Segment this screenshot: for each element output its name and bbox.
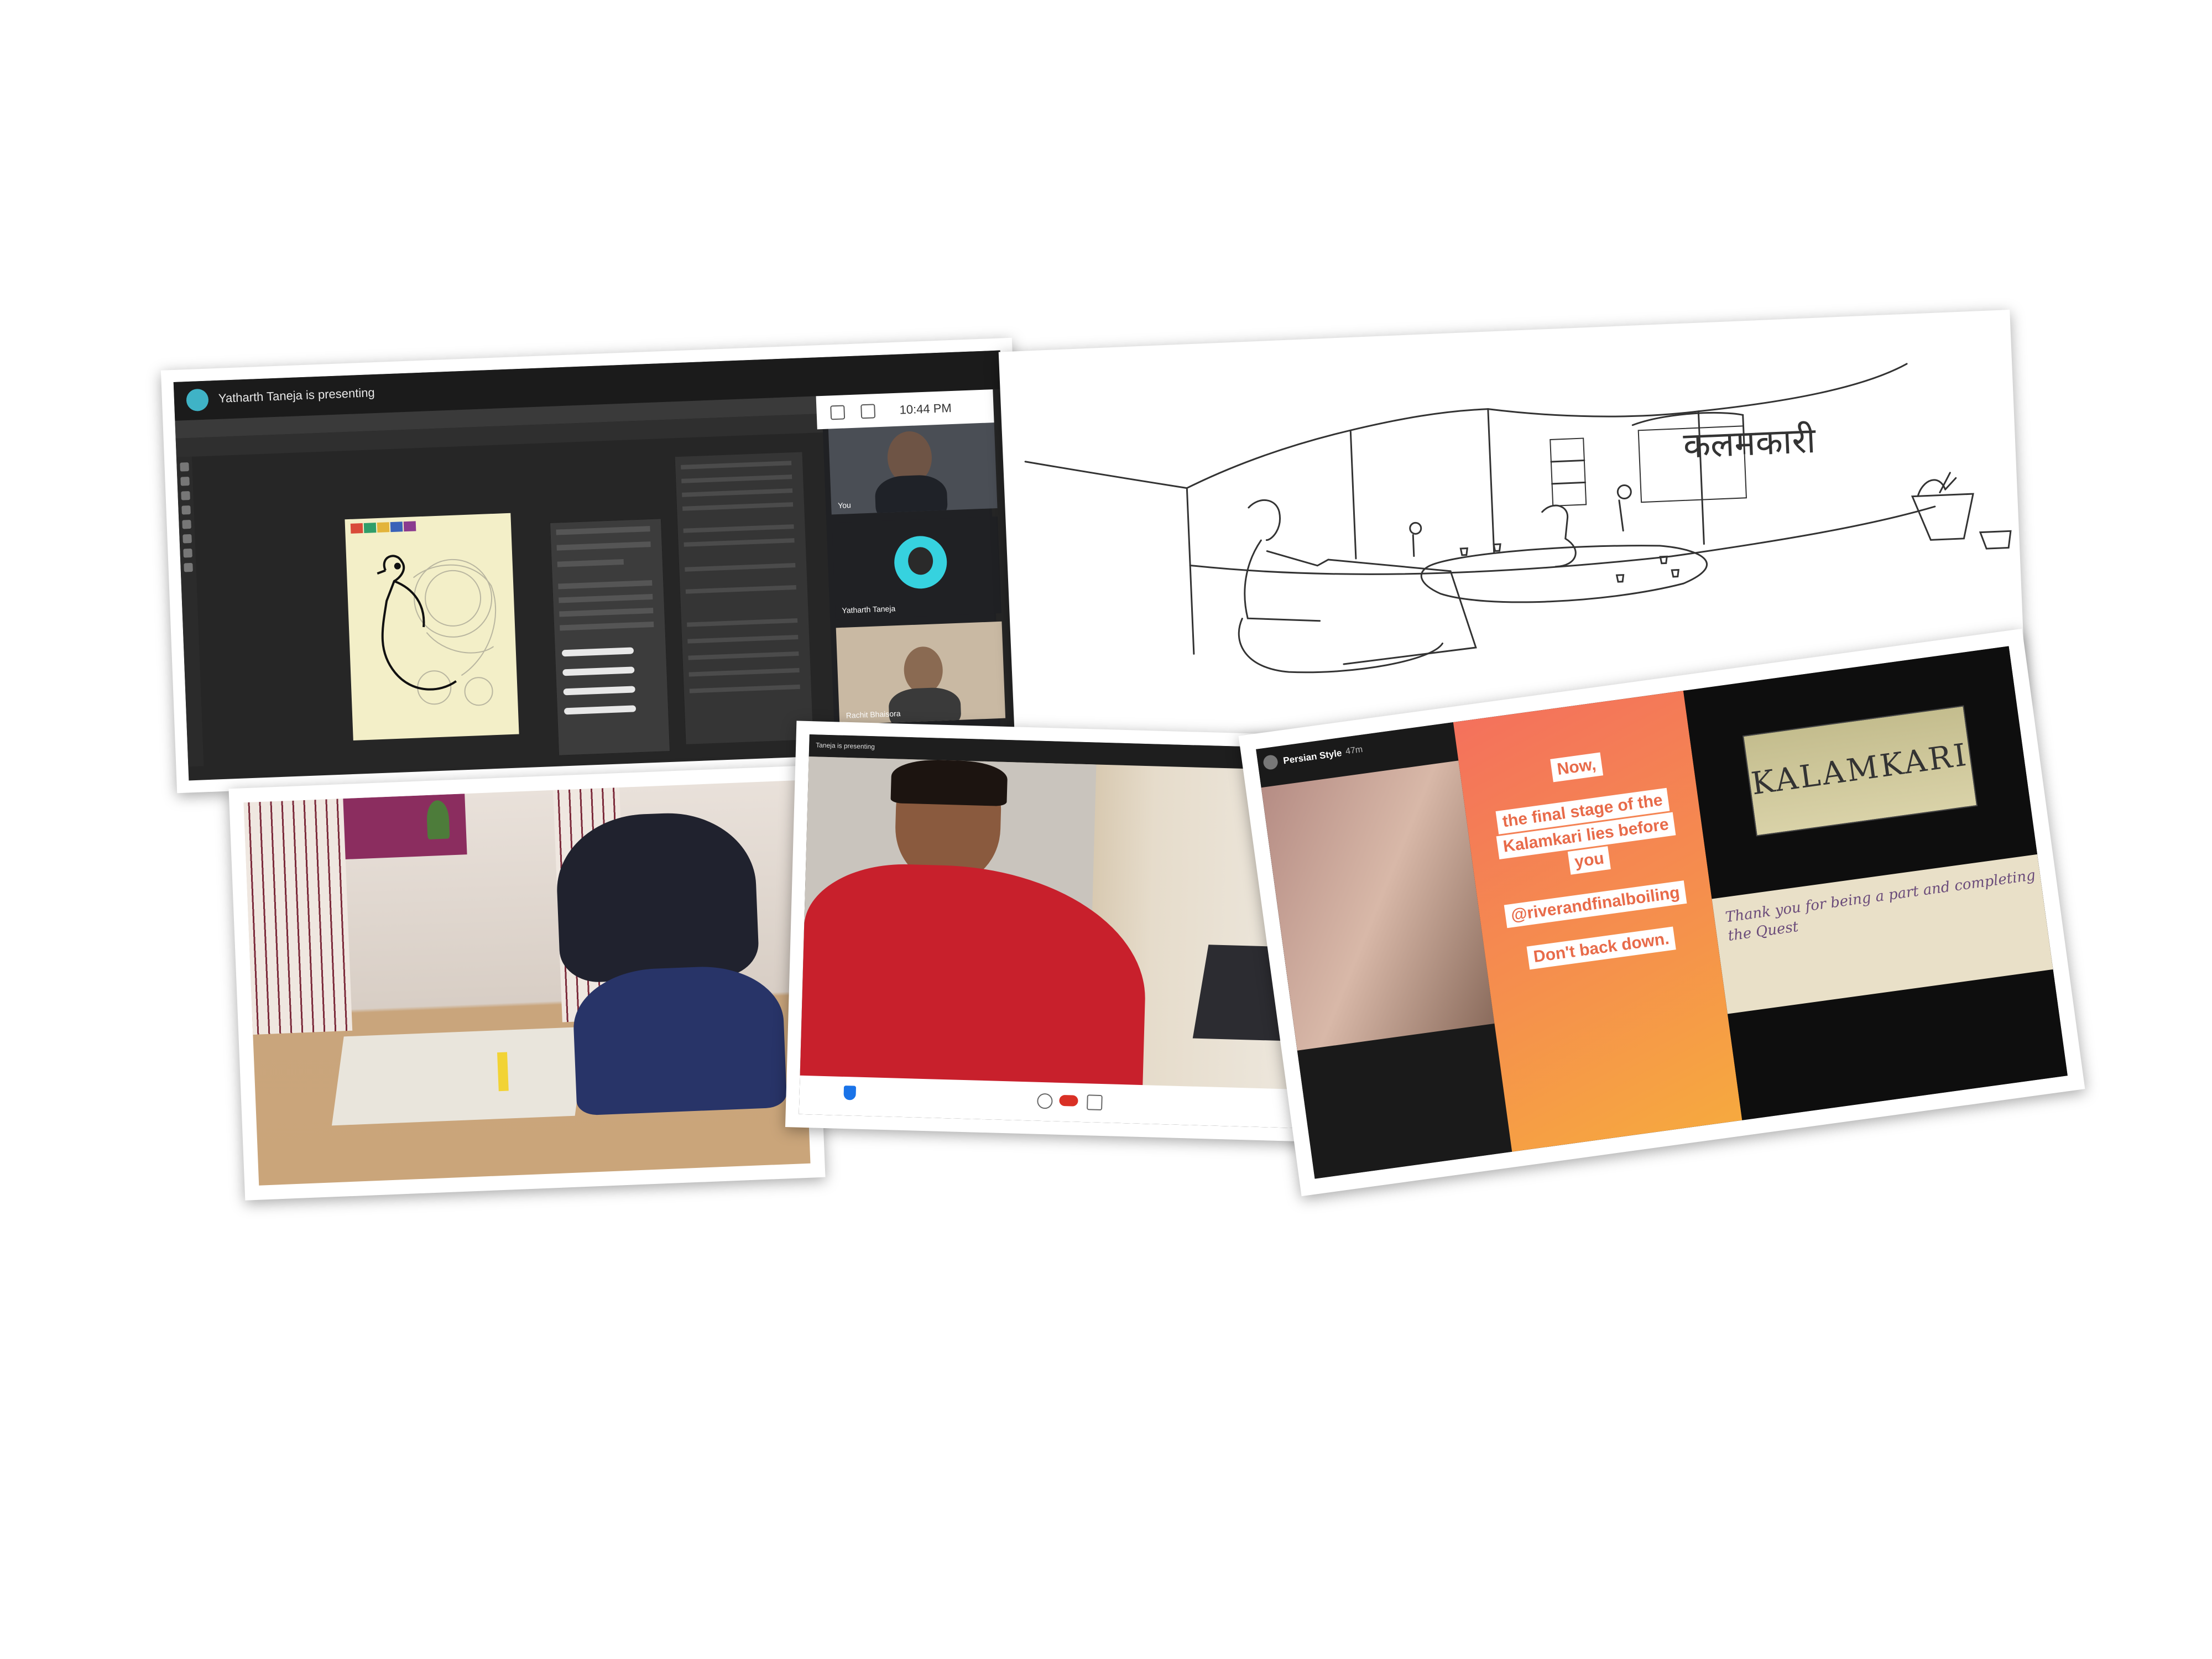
color-swatch-1 bbox=[350, 523, 363, 534]
brush-tool-icon[interactable] bbox=[182, 519, 191, 529]
properties-panel[interactable] bbox=[674, 452, 813, 744]
mic-icon[interactable] bbox=[1037, 1093, 1053, 1109]
cloth-text: KALAMKARI bbox=[1749, 737, 1971, 802]
lasso-tool-icon[interactable] bbox=[181, 491, 190, 500]
type-tool-icon[interactable] bbox=[183, 548, 192, 558]
screen-share: Yatharth Taneja is presenting You Yathar… bbox=[173, 350, 1016, 781]
meet-top-strip: 10:44 PM bbox=[816, 389, 994, 430]
shield-icon bbox=[843, 1085, 857, 1100]
hand-tool-icon[interactable] bbox=[184, 562, 193, 572]
color-swatch-4 bbox=[390, 521, 403, 533]
move-tool-icon[interactable] bbox=[180, 462, 189, 472]
red-hoodie bbox=[800, 861, 1149, 1087]
story-mention[interactable]: @riverandfinalboiling bbox=[1504, 880, 1687, 928]
color-swatch-3 bbox=[377, 522, 390, 533]
story-avatar bbox=[1262, 754, 1279, 771]
people-icon[interactable] bbox=[830, 405, 846, 420]
eraser-tool-icon[interactable] bbox=[182, 534, 192, 544]
curtain-left bbox=[243, 799, 353, 1035]
end-call-icon[interactable] bbox=[1059, 1094, 1078, 1107]
meet-participant-panel: You Yatharth Taneja Rachit Bhaisora bbox=[822, 400, 1006, 750]
story-pill: you bbox=[1567, 846, 1611, 875]
participant-name: Yatharth Taneja bbox=[842, 604, 896, 615]
crop-tool-icon[interactable] bbox=[181, 505, 191, 515]
meet-clock: 10:44 PM bbox=[899, 401, 952, 417]
peacock-drawing bbox=[377, 555, 497, 706]
camera-icon[interactable] bbox=[1087, 1094, 1103, 1111]
story-pill: Don't back down. bbox=[1526, 926, 1676, 970]
presenter-avatar bbox=[186, 388, 209, 412]
document-canvas[interactable] bbox=[345, 513, 519, 740]
girl-sweater bbox=[571, 963, 787, 1116]
story-panels: Persian Style 47m Now, the final stage o… bbox=[1256, 646, 2068, 1179]
story-header: Persian Style bbox=[1282, 747, 1343, 766]
color-swatch-2 bbox=[363, 523, 377, 533]
block-print-video bbox=[1261, 760, 1495, 1051]
glue-stick bbox=[497, 1052, 509, 1092]
person-hair bbox=[890, 759, 1008, 807]
color-swatch-5 bbox=[403, 521, 416, 532]
devanagari-title: कलमकारी bbox=[1682, 420, 1817, 467]
chat-icon[interactable] bbox=[860, 404, 876, 419]
participant-tile-rachit[interactable]: Rachit Bhaisora bbox=[836, 621, 1006, 725]
room-scene bbox=[243, 780, 811, 1186]
story-cloth-panel: KALAMKARI Thank you for being a part and… bbox=[1683, 646, 2068, 1120]
brushes-panel[interactable] bbox=[549, 518, 671, 756]
photo-girl-painting bbox=[228, 765, 826, 1201]
presenting-text: Yatharth Taneja is presenting bbox=[218, 385, 375, 405]
story-age: 47m bbox=[1345, 744, 1364, 757]
newspaper bbox=[331, 1026, 587, 1126]
presenting-text: Taneja is presenting bbox=[816, 741, 875, 751]
participant-name: You bbox=[837, 500, 852, 510]
kalamkari-cloth: KALAMKARI bbox=[1742, 705, 1978, 837]
photoshop-toolbar[interactable] bbox=[176, 456, 204, 767]
participant-tile-yatharth[interactable]: Yatharth Taneja bbox=[832, 516, 1001, 620]
marquee-tool-icon[interactable] bbox=[180, 477, 190, 486]
girl-hair bbox=[554, 810, 760, 984]
story-pill: Now, bbox=[1550, 752, 1603, 782]
